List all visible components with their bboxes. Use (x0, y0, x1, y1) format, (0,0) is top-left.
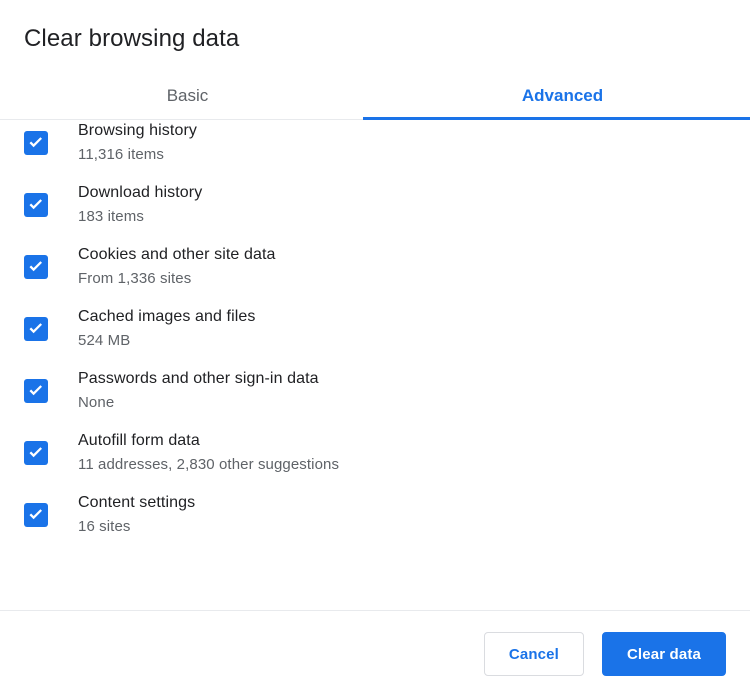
option-sublabel: 524 MB (78, 332, 131, 349)
option-checkbox[interactable] (24, 441, 48, 465)
option-row[interactable]: Cookies and other site data From 1,336 si… (0, 236, 750, 298)
checkmark-icon (29, 385, 42, 396)
checkmark-icon (29, 199, 42, 210)
option-label: Browsing history (78, 122, 197, 139)
cancel-button[interactable]: Cancel (483, 632, 584, 676)
option-text: Passwords and other sign-in data None (78, 368, 319, 414)
option-row[interactable]: Autofill form data 11 addresses, 2,830 ot… (0, 422, 750, 484)
option-checkbox[interactable] (24, 503, 48, 527)
checkmark-icon (29, 323, 42, 334)
tab-basic[interactable]: Basic (0, 72, 375, 120)
option-text: Cookies and other site data From 1,336 si… (78, 244, 276, 290)
clear-browsing-data-dialog: Clear browsing data Basic Advanced Brows… (0, 0, 750, 697)
clear-data-button[interactable]: Clear data (601, 632, 726, 676)
option-checkbox[interactable] (24, 255, 48, 279)
option-label: Cached images and files (78, 308, 256, 325)
option-sublabel: 16 sites (78, 518, 131, 535)
dialog-footer: Cancel Clear data (0, 611, 750, 697)
checkmark-icon (29, 447, 42, 458)
option-checkbox[interactable] (24, 131, 48, 155)
option-sublabel: 11 addresses, 2,830 other suggestions (78, 456, 340, 473)
option-sublabel: None (78, 394, 115, 411)
checkmark-icon (29, 137, 42, 148)
option-checkbox[interactable] (24, 379, 48, 403)
option-sublabel: 11,316 items (78, 146, 164, 163)
options-list: Browsing history 11,316 items Download his… (0, 120, 750, 546)
option-text: Cached images and files 524 MB (78, 306, 256, 352)
option-text: Browsing history 11,316 items (78, 120, 197, 166)
option-row[interactable]: Download history 183 items (0, 174, 750, 236)
dialog-title: Clear browsing data (24, 25, 240, 52)
option-row[interactable]: Browsing history 11,316 items (0, 120, 750, 174)
option-row[interactable]: Passwords and other sign-in data None (0, 360, 750, 422)
option-label: Content settings (78, 494, 196, 511)
options-scroll-area[interactable]: Browsing history 11,316 items Download his… (0, 120, 750, 611)
option-label: Autofill form data (78, 432, 200, 449)
option-text: Autofill form data 11 addresses, 2,830 ot… (78, 430, 339, 476)
tab-advanced[interactable]: Advanced (375, 72, 750, 120)
option-label: Cookies and other site data (78, 246, 276, 263)
option-sublabel: 183 items (78, 208, 144, 225)
option-label: Passwords and other sign-in data (78, 370, 319, 387)
option-checkbox[interactable] (24, 317, 48, 341)
option-text: Download history 183 items (78, 182, 202, 228)
option-sublabel: From 1,336 sites (78, 270, 192, 287)
option-row[interactable]: Cached images and files 524 MB (0, 298, 750, 360)
option-label: Download history (78, 184, 203, 201)
tab-strip: Basic Advanced (0, 72, 750, 120)
option-text: Content settings 16 sites (78, 492, 195, 538)
option-checkbox[interactable] (24, 193, 48, 217)
option-row[interactable]: Content settings 16 sites (0, 484, 750, 546)
checkmark-icon (29, 261, 42, 272)
checkmark-icon (29, 509, 42, 520)
